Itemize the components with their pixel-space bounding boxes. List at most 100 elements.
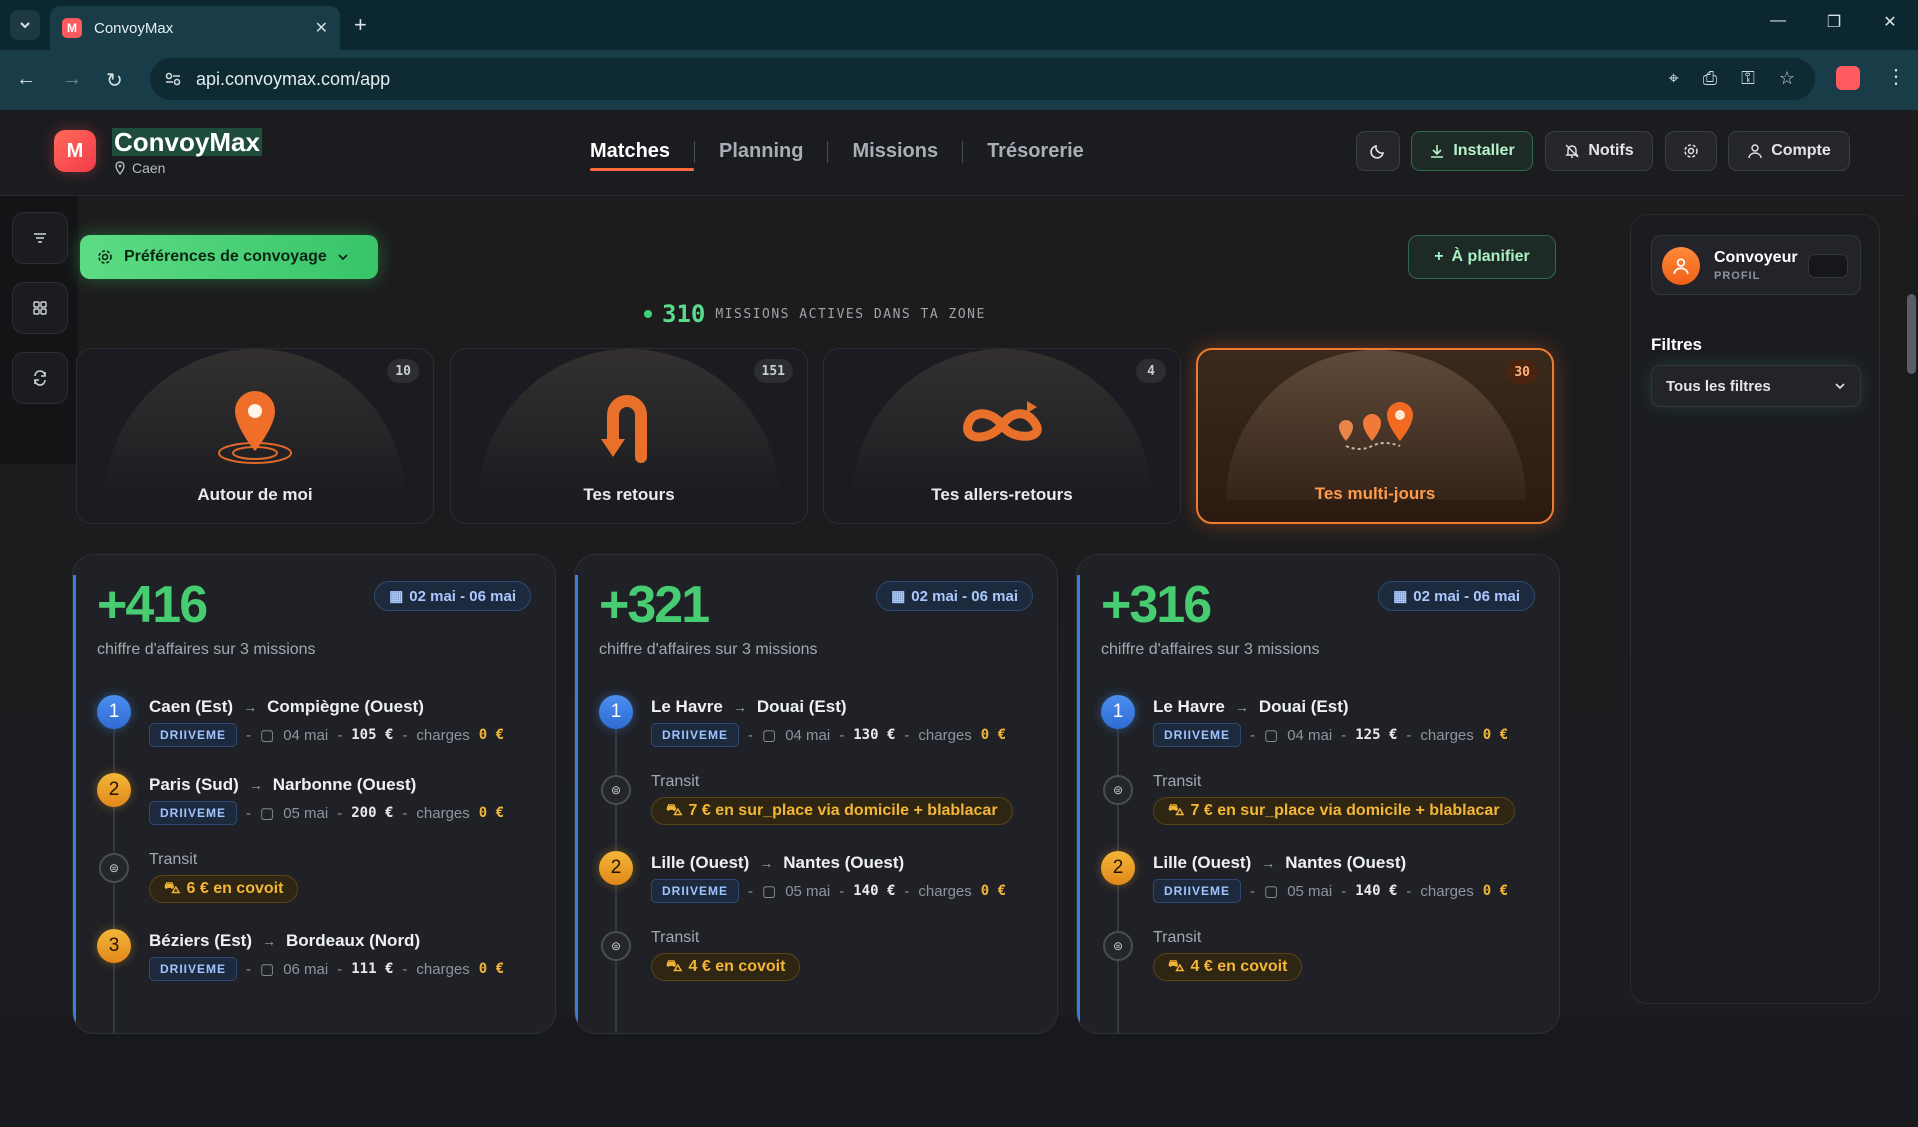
mission-price: 200 € xyxy=(351,805,394,821)
transit-pill-text: 4 € en covoit xyxy=(1190,958,1288,975)
route-from: Lille (Ouest) xyxy=(1153,853,1252,872)
mission-date: 06 mai xyxy=(283,960,329,978)
preferences-button[interactable]: Préférences de convoyage xyxy=(80,235,378,279)
transit-label: Transit xyxy=(651,773,700,790)
new-tab-button[interactable]: + xyxy=(354,12,367,38)
transit-pill-text: 4 € en covoit xyxy=(688,958,786,975)
active-missions-counter: 310 MISSIONS ACTIVES DANS TA ZONE xyxy=(644,300,986,328)
close-window-icon[interactable]: ✕ xyxy=(1862,12,1918,32)
notifs-button[interactable]: Notifs xyxy=(1545,131,1653,171)
account-button[interactable]: Compte xyxy=(1728,131,1850,171)
user-icon xyxy=(1748,144,1762,159)
city-label: Caen xyxy=(132,160,166,176)
charges-value: 0 € xyxy=(1482,727,1509,743)
route-from: Lille (Ouest) xyxy=(651,853,750,872)
category-tes-retours[interactable]: 151 Tes retours xyxy=(450,348,808,524)
nav-planning[interactable]: Planning xyxy=(695,140,827,163)
car-icon: ⛍ xyxy=(666,958,683,975)
route-from: Béziers (Est) xyxy=(149,931,252,950)
calendar-icon: ▦ xyxy=(389,588,404,605)
card-accent-bar xyxy=(73,575,76,1033)
transit-pill: ⛍ 6 € en covoit xyxy=(149,875,299,903)
calendar-icon: ▦ xyxy=(891,588,906,605)
location-icon[interactable]: ⌖ xyxy=(1669,68,1679,89)
plus-icon: + xyxy=(1434,248,1444,265)
filter-button[interactable] xyxy=(12,212,68,264)
category-tes-multi-jours[interactable]: 30 Tes multi-jours xyxy=(1196,348,1554,524)
tab-search-button[interactable] xyxy=(10,10,40,40)
tab-title: ConvoyMax xyxy=(94,19,174,37)
address-bar[interactable]: api.convoymax.com/app ⌖ ⎙ ⚿ ☆ xyxy=(150,58,1815,100)
extension-icon[interactable] xyxy=(1836,66,1860,90)
install-label: Installer xyxy=(1453,142,1515,159)
mission-meta: DRIIVEME - ▢ 05 mai -140 € - charges 0 € xyxy=(651,879,1006,903)
profile-card[interactable]: Convoyeur PROFIL xyxy=(1651,235,1861,295)
match-card[interactable]: +316 chiffre d'affaires sur 3 missions ▦… xyxy=(1076,554,1560,1034)
calendar-icon: ▢ xyxy=(1264,883,1279,900)
match-card[interactable]: +416 chiffre d'affaires sur 3 missions ▦… xyxy=(72,554,556,1034)
calendar-icon: ▢ xyxy=(260,727,275,744)
theme-toggle-button[interactable] xyxy=(1356,131,1400,171)
settings-button[interactable] xyxy=(1665,131,1717,171)
close-tab-icon[interactable]: ✕ xyxy=(315,18,328,38)
omnibox-actions: ⌖ ⎙ ⚿ ☆ xyxy=(1669,68,1795,89)
route-from: Paris (Sud) xyxy=(149,775,239,794)
arrow-right-icon: → xyxy=(243,699,258,715)
mission-price: 111 € xyxy=(351,961,394,977)
scrollbar-thumb[interactable] xyxy=(1907,294,1916,374)
site-settings-icon[interactable] xyxy=(164,70,182,88)
active-count: 310 xyxy=(662,300,706,328)
bookmark-star-icon[interactable]: ☆ xyxy=(1779,68,1795,89)
filters-select[interactable]: Tous les filtres xyxy=(1651,365,1861,407)
card-amount: +321 xyxy=(599,576,710,634)
route: Le Havre → Douai (Est) xyxy=(1153,697,1349,717)
avatar xyxy=(1662,247,1700,285)
install-button[interactable]: Installer xyxy=(1411,131,1533,171)
logo-icon[interactable]: M xyxy=(54,130,96,172)
grid-view-button[interactable] xyxy=(12,282,68,334)
browser-menu-icon[interactable]: ⋮ xyxy=(1886,64,1906,89)
reload-icon[interactable]: ↻ xyxy=(106,68,123,93)
minimize-icon[interactable]: — xyxy=(1750,12,1806,32)
nav-missions[interactable]: Missions xyxy=(828,140,962,163)
profile-toggle[interactable] xyxy=(1808,254,1848,278)
password-key-icon[interactable]: ⚿ xyxy=(1741,68,1755,89)
match-card[interactable]: +321 chiffre d'affaires sur 3 missions ▦… xyxy=(574,554,1058,1034)
category-tes-allers-retours[interactable]: 4 Tes allers-retours xyxy=(823,348,1181,524)
category-autour-de-moi[interactable]: 10 Autour de moi xyxy=(76,348,434,524)
restore-icon[interactable]: ❐ xyxy=(1806,12,1862,32)
mission-price: 125 € xyxy=(1355,727,1398,743)
category-count: 4 xyxy=(1136,359,1166,383)
provider-tag: DRIIVEME xyxy=(1153,879,1242,903)
charges-label: charges xyxy=(1420,726,1474,744)
mission-meta: DRIIVEME - ▢ 06 mai -111 € - charges 0 € xyxy=(149,957,504,981)
install-app-icon[interactable]: ⎙ xyxy=(1703,68,1717,89)
nav-tresorerie[interactable]: Trésorerie xyxy=(963,140,1108,163)
gear-icon xyxy=(1684,144,1698,158)
loop-arrows-icon xyxy=(824,385,1180,465)
route-to: Nantes (Ouest) xyxy=(1285,853,1407,872)
page-scrollbar[interactable] xyxy=(1905,220,1918,1127)
back-icon[interactable]: ← xyxy=(16,68,36,91)
route-from: Le Havre xyxy=(1153,697,1225,716)
arrow-right-icon: → xyxy=(759,855,774,871)
calendar-icon: ▢ xyxy=(1264,727,1279,744)
card-subtitle: chiffre d'affaires sur 3 missions xyxy=(1101,641,1320,658)
browser-tab[interactable]: M ConvoyMax ✕ xyxy=(50,6,340,50)
transit-label: Transit xyxy=(149,851,198,868)
brand-city: Caen xyxy=(114,160,165,176)
mission-meta: DRIIVEME - ▢ 04 mai -130 € - charges 0 € xyxy=(651,723,1006,747)
category-label: Tes multi-jours xyxy=(1314,484,1436,503)
forward-icon[interactable]: → xyxy=(62,68,82,91)
left-toolbar xyxy=(0,196,78,464)
category-label: Tes retours xyxy=(583,485,675,504)
nav-matches[interactable]: Matches xyxy=(590,140,695,171)
refresh-button[interactable] xyxy=(12,352,68,404)
car-icon: ⛍ xyxy=(1168,958,1185,975)
calendar-icon: ▦ xyxy=(1393,588,1408,605)
car-icon: ⛍ xyxy=(164,880,181,897)
charges-value: 0 € xyxy=(980,883,1007,899)
transit-pill: ⛍ 4 € en covoit xyxy=(1153,953,1303,981)
plan-button[interactable]: + À planifier xyxy=(1408,235,1556,279)
transit-pill-text: 7 € en sur_place via domicile + blablaca… xyxy=(688,802,998,819)
